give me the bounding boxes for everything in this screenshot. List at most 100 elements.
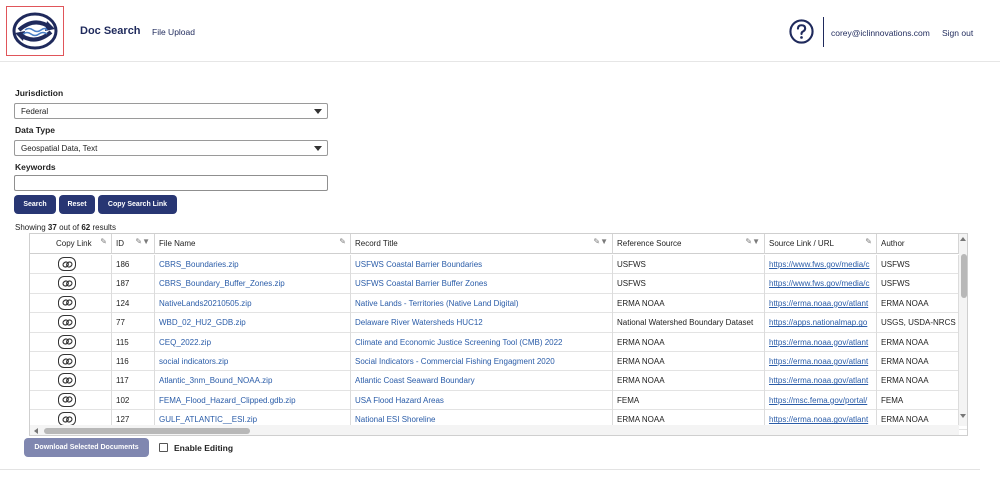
pin-icon[interactable]: ✎ — [593, 237, 600, 246]
scroll-left-icon[interactable] — [34, 428, 38, 434]
column-header-file-name[interactable]: File Name ✎ — [155, 234, 351, 254]
datatype-select[interactable]: Geospatial Data, Text — [14, 140, 328, 156]
record-title-link[interactable]: Climate and Economic Justice Screening T… — [351, 332, 613, 352]
source-url-link[interactable]: https://erma.noaa.gov/atlant — [765, 332, 877, 352]
copy-link-button[interactable] — [58, 295, 76, 310]
column-header-reference-source[interactable]: Reference Source ✎▼ — [613, 234, 765, 254]
copy-link-button[interactable] — [58, 334, 76, 349]
record-title-link[interactable]: Atlantic Coast Seaward Boundary — [351, 371, 613, 391]
file-name-link[interactable]: CBRS_Boundary_Buffer_Zones.zip — [155, 274, 351, 294]
copy-link-button[interactable] — [58, 392, 76, 407]
file-name-link[interactable]: FEMA_Flood_Hazard_Clipped.gdb.zip — [155, 390, 351, 411]
scroll-down-icon[interactable] — [960, 414, 966, 418]
cell-author: ERMA NOAA — [877, 293, 959, 314]
table-row[interactable]: 187 CBRS_Boundary_Buffer_Zones.zip USFWS C… — [30, 274, 967, 294]
table-row[interactable]: 124 NativeLands20210505.zip Native Lands -… — [30, 293, 967, 314]
copy-link-cell — [30, 352, 112, 372]
column-header-id[interactable]: ID ✎▼ — [112, 234, 155, 254]
cell-id: 116 — [112, 352, 155, 372]
question-circle-icon[interactable] — [789, 19, 814, 44]
results-total: 62 — [81, 223, 91, 232]
record-title-link[interactable]: Social Indicators - Commercial Fishing E… — [351, 352, 613, 372]
vertical-scrollbar-thumb[interactable] — [961, 254, 967, 298]
file-name-link[interactable]: CEQ_2022.zip — [155, 332, 351, 352]
grid-header: Copy Link ✎ ID ✎▼ File Name ✎ Record Tit… — [30, 234, 967, 254]
source-url-link[interactable]: https://erma.noaa.gov/atlant — [765, 293, 877, 314]
filter-icon[interactable]: ▼ — [752, 237, 760, 246]
file-name-link[interactable]: social indicators.zip — [155, 352, 351, 372]
table-row[interactable]: 116 social indicators.zip Social Indicator… — [30, 352, 967, 372]
source-url-link[interactable]: https://msc.fema.gov/portal/ — [765, 390, 877, 411]
cell-author: ERMA NOAA — [877, 332, 959, 352]
datatype-label: Data Type — [15, 125, 55, 135]
circular-arrows-logo-icon — [12, 12, 58, 50]
search-button[interactable]: Search — [14, 195, 56, 214]
app-logo[interactable] — [6, 6, 64, 56]
cell-source: ERMA NOAA — [613, 332, 765, 352]
chevron-down-icon — [314, 109, 322, 114]
source-url-link[interactable]: https://www.fws.gov/media/c — [765, 274, 877, 294]
cell-id: 115 — [112, 332, 155, 352]
column-header-author[interactable]: Author — [877, 234, 959, 254]
source-url-link[interactable]: https://www.fws.gov/media/c — [765, 255, 877, 275]
link-icon — [61, 280, 73, 287]
link-icon — [61, 299, 73, 306]
horizontal-scrollbar-thumb[interactable] — [44, 428, 250, 434]
copy-link-button[interactable] — [58, 276, 76, 291]
cell-id: 117 — [112, 371, 155, 391]
cell-source: ERMA NOAA — [613, 352, 765, 372]
sign-out-link[interactable]: Sign out — [942, 28, 973, 38]
copy-link-button[interactable] — [58, 354, 76, 368]
table-row[interactable]: 115 CEQ_2022.zip Climate and Economic Just… — [30, 332, 967, 352]
cell-id: 102 — [112, 390, 155, 411]
file-upload-link[interactable]: File Upload — [152, 27, 195, 37]
keywords-input[interactable] — [14, 175, 328, 191]
column-header-record-title[interactable]: Record Title ✎▼ — [351, 234, 613, 254]
reset-button[interactable]: Reset — [59, 195, 95, 214]
source-url-link[interactable]: https://apps.nationalmap.go — [765, 313, 877, 333]
pin-icon[interactable]: ✎ — [100, 237, 107, 246]
enable-editing-checkbox[interactable] — [159, 443, 168, 452]
cell-author: USGS, USDA-NRCS — [877, 313, 959, 333]
link-icon — [61, 396, 73, 403]
file-name-link[interactable]: CBRS_Boundaries.zip — [155, 255, 351, 275]
app-title[interactable]: Doc Search — [80, 25, 141, 37]
jurisdiction-select[interactable]: Federal — [14, 103, 328, 119]
copy-link-cell — [30, 313, 112, 333]
cell-author: ERMA NOAA — [877, 352, 959, 372]
record-title-link[interactable]: Native Lands - Territories (Native Land … — [351, 293, 613, 314]
filter-icon[interactable]: ▼ — [142, 237, 150, 246]
copy-link-button[interactable] — [58, 315, 76, 330]
source-url-link[interactable]: https://erma.noaa.gov/atlant — [765, 371, 877, 391]
column-header-source-link[interactable]: Source Link / URL ✎ — [765, 234, 877, 254]
cell-author: USFWS — [877, 274, 959, 294]
results-shown: 37 — [47, 223, 57, 232]
pin-icon[interactable]: ✎ — [135, 237, 142, 246]
filter-icon[interactable]: ▼ — [600, 237, 608, 246]
record-title-link[interactable]: USA Flood Hazard Areas — [351, 390, 613, 411]
cell-source: FEMA — [613, 390, 765, 411]
file-name-link[interactable]: WBD_02_HU2_GDB.zip — [155, 313, 351, 333]
file-name-link[interactable]: NativeLands20210505.zip — [155, 293, 351, 314]
record-title-link[interactable]: USFWS Coastal Barrier Boundaries — [351, 255, 613, 275]
copy-search-link-button[interactable]: Copy Search Link — [98, 195, 177, 214]
file-name-link[interactable]: Atlantic_3nm_Bound_NOAA.zip — [155, 371, 351, 391]
copy-link-button[interactable] — [58, 257, 76, 271]
pin-icon[interactable]: ✎ — [339, 237, 346, 246]
column-header-copy-link[interactable]: Copy Link ✎ — [30, 234, 112, 254]
table-row[interactable]: 117 Atlantic_3nm_Bound_NOAA.zip Atlantic C… — [30, 371, 967, 391]
download-selected-button[interactable]: Download Selected Documents — [24, 438, 149, 457]
pin-icon[interactable]: ✎ — [865, 237, 872, 246]
cell-author: USFWS — [877, 255, 959, 275]
table-row[interactable]: 77 WBD_02_HU2_GDB.zip Delaware River Water… — [30, 313, 967, 333]
cell-id: 186 — [112, 255, 155, 275]
record-title-link[interactable]: USFWS Coastal Barrier Buffer Zones — [351, 274, 613, 294]
table-row[interactable]: 186 CBRS_Boundaries.zip USFWS Coastal Barr… — [30, 255, 967, 275]
table-row[interactable]: 102 FEMA_Flood_Hazard_Clipped.gdb.zip USA … — [30, 390, 967, 411]
record-title-link[interactable]: Delaware River Watersheds HUC12 — [351, 313, 613, 333]
copy-link-button[interactable] — [58, 373, 76, 388]
scroll-up-icon[interactable] — [960, 237, 966, 241]
link-icon — [61, 357, 73, 365]
source-url-link[interactable]: https://erma.noaa.gov/atlant — [765, 352, 877, 372]
pin-icon[interactable]: ✎ — [745, 237, 752, 246]
